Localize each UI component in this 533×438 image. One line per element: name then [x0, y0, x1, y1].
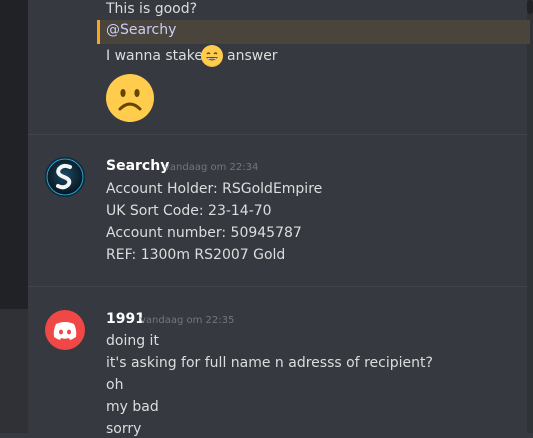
message-line: answer — [227, 48, 278, 64]
discord-avatar-icon[interactable] — [45, 310, 85, 350]
message-timestamp[interactable]: vandaag om 22:34 — [164, 162, 258, 173]
message-timestamp[interactable]: vandaag om 22:35 — [140, 315, 234, 326]
searchy-avatar-icon[interactable] — [45, 157, 85, 197]
message-separator — [28, 134, 527, 135]
message-line: Account number: 50945787 — [106, 225, 302, 241]
grinning-face-emoji-icon — [201, 45, 223, 67]
frowning-face-emoji-icon — [106, 74, 154, 122]
message-line: REF: 1300m RS2007 Gold — [106, 247, 286, 263]
sidebar-background — [0, 0, 28, 309]
message-line: my bad — [106, 399, 159, 415]
message-line: UK Sort Code: 23-14-70 — [106, 203, 272, 219]
user-mention[interactable]: @Searchy — [106, 22, 176, 38]
message-line: Account Holder: RSGoldEmpire — [106, 181, 323, 197]
message-line: oh — [106, 377, 124, 393]
message-separator — [28, 286, 527, 287]
scrollbar-thumb[interactable] — [527, 0, 533, 14]
message-line: sorry — [106, 421, 142, 437]
scrollbar-track[interactable] — [527, 0, 533, 433]
sidebar-lower-panel — [0, 309, 28, 433]
message-line: it's asking for full name n adresss of r… — [106, 355, 433, 371]
message-line: doing it — [106, 333, 159, 349]
message-line: I wanna stake — [106, 48, 203, 64]
message-line: This is good? — [106, 1, 198, 17]
username[interactable]: Searchy — [106, 158, 169, 174]
